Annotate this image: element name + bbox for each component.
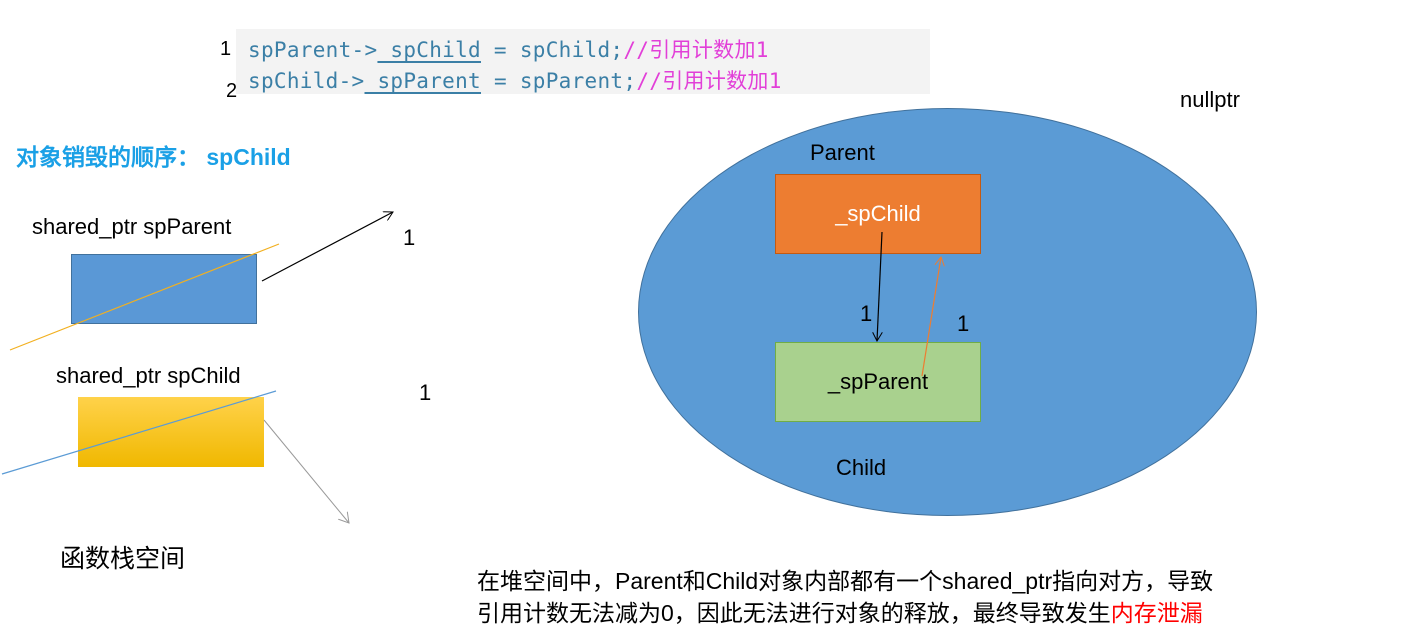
parent-child-member-label: _spChild bbox=[835, 201, 921, 226]
parent-object-title: Parent bbox=[810, 140, 875, 165]
destruction-order-value: spChild bbox=[206, 144, 291, 170]
stack-child-label: shared_ptr spChild bbox=[56, 363, 241, 388]
code-line-1: spParent->_spChild = spChild;//引用计数加1 bbox=[248, 34, 769, 64]
child-object-title: Child bbox=[836, 455, 887, 480]
code-line-2-assignment: = spParent; bbox=[481, 69, 637, 93]
code-line-1-comment: //引用计数加1 bbox=[623, 38, 769, 62]
explanation-line-2-text: 引用计数无法减为0，因此无法进行对象的释放，最终导致发生 bbox=[477, 600, 1111, 626]
stack-child-pointer-box bbox=[78, 397, 264, 467]
heap-count-left: 1 bbox=[860, 301, 873, 326]
code-line-2-member: _spParent bbox=[364, 69, 481, 93]
stack-child-arrow bbox=[263, 419, 349, 523]
parent-child-member-box: _spChild bbox=[775, 174, 981, 254]
code-line-1-member: _spChild bbox=[377, 38, 481, 62]
stack-parent-pointer-box bbox=[71, 254, 257, 324]
explanation-line-2: 引用计数无法减为0，因此无法进行对象的释放，最终导致发生内存泄漏 bbox=[477, 594, 1203, 628]
code-line-1-object: spParent-> bbox=[248, 38, 378, 62]
stack-parent-label: shared_ptr spParent bbox=[32, 214, 232, 239]
code-line-2-comment: //引用计数加1 bbox=[636, 69, 782, 93]
child-parent-member-label: _spParent bbox=[827, 369, 929, 394]
explanation-line-1: 在堆空间中，Parent和Child对象内部都有一个shared_ptr指向对方… bbox=[477, 568, 1214, 594]
heap-space-ellipse bbox=[638, 108, 1257, 516]
code-line-number-2: 2 bbox=[226, 80, 238, 102]
destruction-order-heading: 对象销毁的顺序： spChild bbox=[16, 138, 291, 172]
code-line-1-assignment: = spChild; bbox=[480, 38, 624, 62]
nullptr-label: nullptr bbox=[1180, 87, 1240, 112]
code-line-number-1: 1 bbox=[220, 38, 232, 60]
child-parent-member-box: _spParent bbox=[775, 342, 981, 422]
destruction-order-label: 对象销毁的顺序： bbox=[16, 144, 200, 170]
code-line-2: spChild->_spParent = spParent;//引用计数加1 bbox=[248, 65, 782, 95]
stack-parent-count: 1 bbox=[403, 225, 416, 250]
stack-space-caption: 函数栈空间 bbox=[60, 545, 186, 573]
memory-leak-highlight: 内存泄漏 bbox=[1110, 600, 1203, 626]
stack-child-count: 1 bbox=[419, 380, 432, 405]
heap-count-right: 1 bbox=[957, 311, 970, 336]
code-line-2-object: spChild-> bbox=[248, 69, 365, 93]
stack-parent-arrow bbox=[261, 212, 393, 282]
